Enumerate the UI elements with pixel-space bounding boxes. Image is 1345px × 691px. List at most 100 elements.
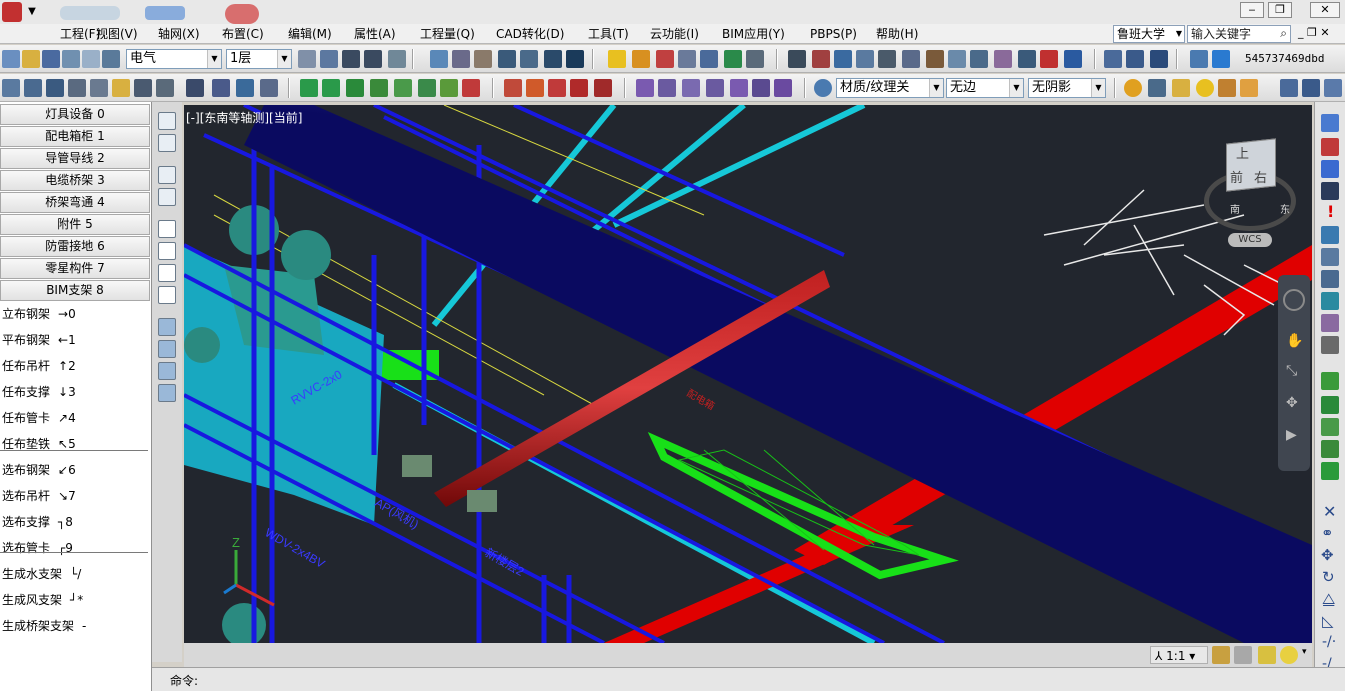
command-item[interactable]: 任布吊杆 ↑2 [2, 358, 76, 374]
category-item[interactable]: 零星构件 7 [0, 258, 150, 279]
tool-icon[interactable] [46, 79, 64, 97]
move-icon[interactable]: ✥ [1321, 546, 1334, 564]
menu-item[interactable]: 工程(F) [60, 26, 100, 42]
view-icon[interactable] [158, 318, 176, 336]
cylinder-icon[interactable] [658, 79, 676, 97]
tool-icon[interactable] [1302, 79, 1320, 97]
tool-icon[interactable] [746, 50, 764, 68]
erase-icon[interactable]: ✕ [1323, 502, 1336, 521]
new-file-icon[interactable] [2, 50, 20, 68]
chart-icon[interactable] [834, 50, 852, 68]
viewport-controls-label[interactable]: [-][东南等轴测][当前] [186, 109, 302, 126]
tool-icon[interactable] [632, 50, 650, 68]
tool-icon[interactable] [388, 50, 406, 68]
category-item[interactable]: BIM支架 8 [0, 280, 150, 301]
user-dropdown[interactable]: 鲁班大学 ▼ [1113, 25, 1185, 43]
auto-scale-icon[interactable] [1234, 646, 1252, 664]
material-select[interactable]: 材质/纹理关 ▼ [836, 78, 944, 98]
folder-icon[interactable] [112, 79, 130, 97]
command-item[interactable]: 选布管卡 ┌9 [2, 540, 73, 556]
command-item[interactable]: 平布钢架 ←1 [2, 332, 76, 348]
tool-icon[interactable] [1321, 314, 1339, 332]
tool-icon[interactable] [236, 79, 254, 97]
tool-icon[interactable] [1150, 50, 1168, 68]
pen-icon[interactable] [1321, 138, 1339, 156]
command-item[interactable]: 选布吊杆 ↘7 [2, 488, 76, 504]
tool-icon[interactable] [158, 166, 176, 184]
mirror-icon[interactable]: ⧋ [1322, 590, 1335, 608]
workspace-icon[interactable] [1258, 646, 1276, 664]
sun-icon[interactable] [1124, 79, 1142, 97]
tool-icon[interactable] [346, 79, 364, 97]
view-icon[interactable] [158, 384, 176, 402]
tool-icon[interactable] [812, 50, 830, 68]
tool-icon[interactable] [1148, 79, 1166, 97]
tool-icon[interactable] [1321, 462, 1339, 480]
status-menu-icon[interactable]: ▾ [1302, 647, 1307, 657]
model-viewport[interactable]: 新楼层2 AP(风机) WDV-2x4BV RVVC-2x0 配电箱 Z [-]… [184, 105, 1312, 643]
tool-icon[interactable] [1321, 292, 1339, 310]
category-item[interactable]: 防雷接地 6 [0, 236, 150, 257]
tool-icon[interactable] [1321, 396, 1339, 414]
tool-icon[interactable] [298, 50, 316, 68]
category-item[interactable]: 附件 5 [0, 214, 150, 235]
tool-icon[interactable] [1040, 50, 1058, 68]
category-item[interactable]: 灯具设备 0 [0, 104, 150, 125]
tool-icon[interactable] [370, 79, 388, 97]
tool-icon[interactable] [1172, 79, 1190, 97]
menu-item[interactable]: 工具(T) [588, 26, 629, 42]
tool-icon[interactable] [700, 50, 718, 68]
magnifier-icon[interactable] [1321, 336, 1339, 354]
menu-item[interactable]: 视图(V) [96, 26, 138, 42]
tool-icon[interactable] [134, 79, 152, 97]
viewport-three-icon[interactable] [158, 264, 176, 282]
tool-icon[interactable] [1321, 248, 1339, 266]
menu-item[interactable]: CAD转化(D) [496, 26, 564, 42]
viewcube[interactable]: 上 前 右 南 东 WCS [1202, 137, 1298, 247]
lightbulb-icon[interactable] [1280, 646, 1298, 664]
shield-icon[interactable] [1321, 114, 1339, 132]
tool-icon[interactable] [322, 79, 340, 97]
tool-icon[interactable] [440, 79, 458, 97]
command-item[interactable]: 立布钢架 →0 [2, 306, 76, 322]
tool-icon[interactable] [926, 50, 944, 68]
tool-icon[interactable] [994, 50, 1012, 68]
wcs-menu[interactable]: WCS [1228, 233, 1272, 247]
view-icon[interactable] [158, 362, 176, 380]
tool-icon[interactable] [1280, 79, 1298, 97]
floor-select[interactable]: 1层 ▼ [226, 49, 292, 69]
tool-icon[interactable] [774, 79, 792, 97]
command-item[interactable]: 任布支撑 ↓3 [2, 384, 76, 400]
command-item[interactable]: 任布管卡 ↗4 [2, 410, 76, 426]
command-item[interactable]: 生成风支架 ┘* [2, 592, 83, 608]
close-button[interactable]: ✕ [1310, 2, 1340, 18]
tool-icon[interactable] [1321, 418, 1339, 436]
steering-wheel-icon[interactable] [1283, 289, 1305, 311]
warning-icon[interactable]: ! [1327, 202, 1334, 221]
lightbulb-icon[interactable] [608, 50, 626, 68]
category-item[interactable]: 配电箱柜 1 [0, 126, 150, 147]
annotation-scale[interactable]: ⅄ 1:1 ▾ [1150, 646, 1208, 664]
tool-icon[interactable] [452, 50, 470, 68]
tool-icon[interactable] [526, 79, 544, 97]
menu-item[interactable]: 布置(C) [222, 26, 264, 42]
copy-icon[interactable]: ⚭ [1321, 524, 1334, 542]
viewcube-right-face[interactable]: 右 [1254, 167, 1267, 186]
tool-icon[interactable] [212, 79, 230, 97]
cube-icon[interactable] [636, 79, 654, 97]
tool-icon[interactable] [68, 79, 86, 97]
command-item[interactable]: 选布钢架 ↙6 [2, 462, 76, 478]
tool-icon[interactable] [706, 79, 724, 97]
view-icon[interactable] [158, 340, 176, 358]
tool-icon[interactable] [1018, 50, 1036, 68]
command-line[interactable]: 命令: [152, 667, 1345, 691]
category-item[interactable]: 桥架弯通 4 [0, 192, 150, 213]
zoom-icon[interactable]: ⤡ [1286, 363, 1297, 379]
viewport-four-icon[interactable] [158, 286, 176, 304]
open-file-icon[interactable] [22, 50, 40, 68]
viewcube-east[interactable]: 东 [1280, 201, 1290, 216]
tool-icon[interactable] [1064, 50, 1082, 68]
tool-icon[interactable] [1321, 440, 1339, 458]
showmotion-icon[interactable]: ▶ [1286, 427, 1297, 443]
tool-icon[interactable] [186, 79, 204, 97]
